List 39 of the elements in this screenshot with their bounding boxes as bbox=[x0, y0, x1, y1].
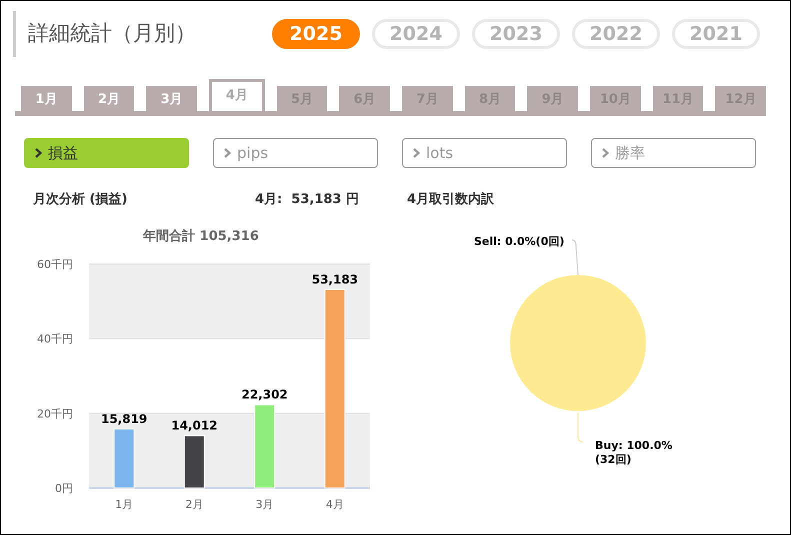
year-button[interactable]: 2023 bbox=[472, 19, 560, 49]
section-heading: 4月取引数内訳 bbox=[407, 191, 494, 208]
chevron-icon bbox=[602, 148, 609, 158]
value-label: 15,819 bbox=[100, 412, 148, 426]
data-label: Buy: 100.0%(32回) bbox=[595, 439, 674, 467]
axis-label: 0円 bbox=[55, 482, 73, 495]
data-label: Sell: 0.0%(0回) bbox=[474, 234, 564, 249]
axis-label: 1月 bbox=[115, 498, 134, 511]
leader-line bbox=[572, 240, 578, 276]
year-button[interactable]: 2024 bbox=[372, 19, 460, 49]
chevron-icon bbox=[224, 148, 231, 158]
chevron-icon bbox=[35, 148, 42, 158]
month-tab[interactable]: 3月 bbox=[146, 86, 198, 111]
axis-label: 60千円 bbox=[37, 258, 73, 271]
axis-label: 4月 bbox=[326, 498, 344, 511]
bar bbox=[184, 435, 205, 488]
axis-label: 20千円 bbox=[37, 407, 73, 420]
axis-label: 3月 bbox=[256, 498, 274, 511]
year-button[interactable]: 2022 bbox=[572, 19, 660, 49]
month-tab[interactable]: 2月 bbox=[84, 86, 134, 111]
year-button[interactable]: 2025 bbox=[272, 19, 360, 49]
leader-line bbox=[578, 412, 584, 442]
metric-button[interactable]: 勝率 bbox=[591, 138, 756, 168]
chevron-icon bbox=[413, 148, 420, 158]
month-total: 4月: 53,183 円 bbox=[255, 191, 360, 208]
value-label: 22,302 bbox=[241, 388, 288, 402]
value-label: 53,183 bbox=[312, 272, 358, 286]
month-tab[interactable]: 4月 bbox=[209, 79, 265, 111]
year-button[interactable]: 2021 bbox=[672, 19, 760, 49]
month-tab[interactable]: 1月 bbox=[21, 86, 72, 111]
section-heading: 月次分析 (損益) bbox=[33, 191, 128, 208]
axis-label: 2月 bbox=[185, 498, 204, 511]
metric-button[interactable]: lots bbox=[402, 138, 567, 168]
metric-button[interactable]: pips bbox=[213, 138, 378, 168]
metric-button[interactable]: 損益 bbox=[24, 138, 189, 168]
value-label: 14,012 bbox=[171, 418, 218, 433]
axis-label: 40千円 bbox=[37, 332, 73, 346]
chart-title: 年間合計 105,316 bbox=[143, 229, 259, 244]
bar bbox=[114, 428, 135, 488]
